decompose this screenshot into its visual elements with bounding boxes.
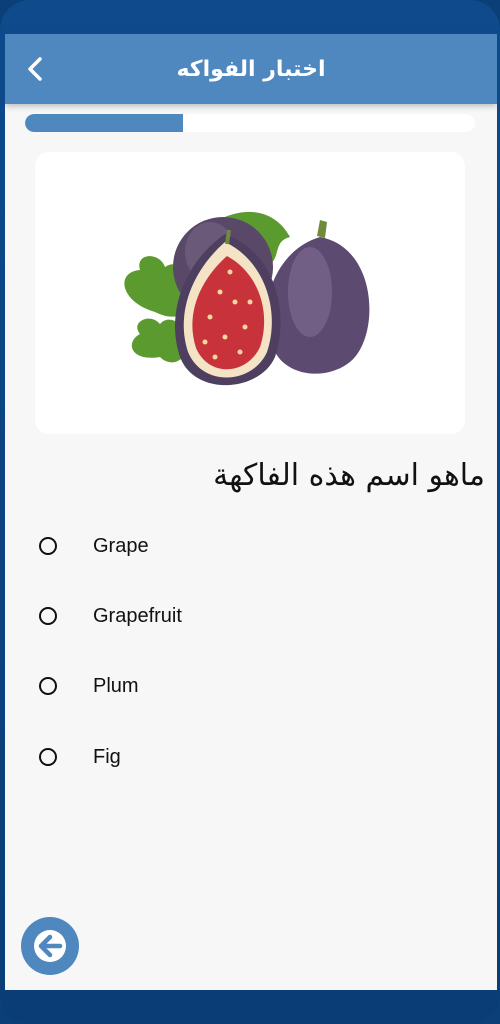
option-fig[interactable]: Fig <box>35 737 475 777</box>
previous-button[interactable] <box>21 917 79 975</box>
fig-fruit-image <box>124 211 370 386</box>
question-text: ماهو اسم هذه الفاكهة <box>213 458 485 493</box>
option-label: Plum <box>93 674 139 697</box>
chevron-left-icon <box>28 57 42 81</box>
app-bar: اختبار الفواكه <box>5 34 497 104</box>
radio-button[interactable] <box>39 748 57 766</box>
progress-fill <box>25 114 183 132</box>
quiz-progress-bar <box>25 114 475 132</box>
radio-button[interactable] <box>39 677 57 695</box>
fruit-image-card <box>35 152 465 434</box>
back-button[interactable] <box>19 52 53 86</box>
whole-fig-right <box>266 220 370 374</box>
option-label: Fig <box>93 745 121 768</box>
option-plum[interactable]: Plum <box>35 666 475 706</box>
option-label: Grapefruit <box>93 604 182 627</box>
arrow-left-icon <box>34 930 66 962</box>
option-label: Grape <box>93 534 149 557</box>
system-nav-bar <box>5 990 497 1024</box>
option-grapefruit[interactable]: Grapefruit <box>35 596 475 636</box>
radio-button[interactable] <box>39 537 57 555</box>
phone-frame: اختبار الفواكه ماهو اسم هذه الفاكهة Grap… <box>0 0 500 1024</box>
page-title: اختبار الفواكه <box>176 56 326 82</box>
app-screen: اختبار الفواكه ماهو اسم هذه الفاكهة Grap… <box>5 34 497 990</box>
radio-button[interactable] <box>39 607 57 625</box>
option-grape[interactable]: Grape <box>35 526 475 566</box>
